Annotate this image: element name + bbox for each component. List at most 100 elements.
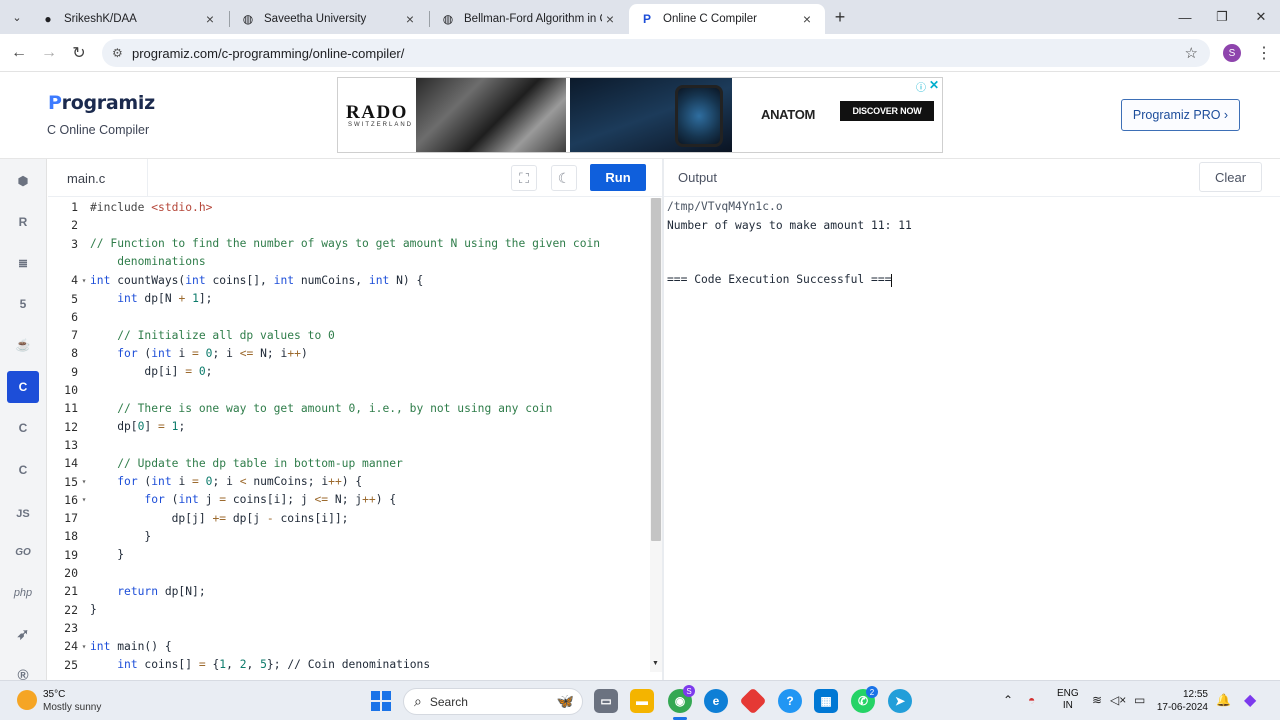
maximize-button[interactable]: ❐	[1211, 6, 1233, 28]
telegram-icon[interactable]: ➤	[888, 689, 912, 713]
profile-avatar[interactable]: S	[1223, 44, 1241, 62]
show-hidden-icons-chevron[interactable]: ⌃	[1003, 693, 1013, 707]
fullscreen-icon[interactable]: ⛶	[511, 165, 537, 191]
site-info-icon[interactable]: ⚙	[112, 46, 128, 60]
address-bar[interactable]: ⚙ programiz.com/c-programming/online-com…	[102, 39, 1210, 67]
edge-icon[interactable]: e	[704, 689, 728, 713]
ad-cta-button[interactable]: DISCOVER NOW	[840, 101, 934, 121]
new-tab-button[interactable]: +	[830, 7, 850, 27]
code-line[interactable]: 5 int dp[N + 1];	[48, 290, 650, 308]
code-line[interactable]: 20	[48, 564, 650, 582]
php-icon[interactable]: php	[7, 577, 39, 609]
code-line[interactable]: 13	[48, 436, 650, 454]
file-explorer-icon[interactable]: ▬	[630, 689, 654, 713]
close-icon[interactable]: ×	[799, 11, 815, 27]
code-line[interactable]: 2	[48, 216, 650, 234]
programiz-pro-button[interactable]: Programiz PRO ›	[1121, 99, 1240, 131]
volume-muted-icon[interactable]: ◁×	[1110, 693, 1126, 707]
weather-sun-icon[interactable]	[17, 690, 37, 710]
close-icon[interactable]: ×	[202, 11, 218, 27]
programiz-logo[interactable]: Programiz	[48, 92, 155, 114]
weather-temperature[interactable]: 35°C	[43, 689, 65, 700]
tab-srikeshk-daa[interactable]: ● SrikeshK/DAA ×	[30, 4, 228, 34]
weather-condition[interactable]: Mostly sunny	[43, 702, 101, 713]
csharp-icon[interactable]: C	[7, 454, 39, 486]
windows-start-icon[interactable]	[371, 691, 391, 711]
javascript-icon[interactable]: JS	[7, 498, 39, 530]
swift-icon[interactable]: ➶	[7, 618, 39, 650]
fold-toggle-icon[interactable]: ▾	[78, 642, 90, 651]
code-line[interactable]: 16 ▾ for (int j = coins[i]; j <= N; j++) …	[48, 491, 650, 509]
file-tab-main-c[interactable]: main.c	[48, 159, 148, 197]
code-line[interactable]: 24 ▾ int main() {	[48, 637, 650, 655]
system-clock[interactable]: 12:55 17-06-2024	[1150, 688, 1208, 714]
code-line[interactable]: 3 // Function to find the number of ways …	[48, 235, 650, 253]
close-icon[interactable]: ×	[602, 11, 618, 27]
task-view-icon[interactable]: ▭	[594, 689, 618, 713]
code-line[interactable]: 17 dp[j] += dp[j - coins[i]];	[48, 509, 650, 527]
code-line[interactable]: 6	[48, 308, 650, 326]
code-line[interactable]: 25 int coins[] = {1, 2, 5}; // Coin deno…	[48, 656, 650, 673]
tab-online-c-compiler[interactable]: P Online C Compiler ×	[629, 4, 825, 34]
tab-bellman-ford[interactable]: ◍ Bellman-Ford Algorithm in C ×	[430, 4, 628, 34]
dark-mode-moon-icon[interactable]: ☾	[551, 165, 577, 191]
red-app-icon[interactable]	[739, 687, 767, 715]
code-line[interactable]: 19 }	[48, 546, 650, 564]
adchoices-icon[interactable]: ⓘ	[916, 79, 926, 94]
go-icon[interactable]: GO	[7, 536, 39, 568]
code-line[interactable]: 12 dp[0] = 1;	[48, 418, 650, 436]
tab-search-button[interactable]: ⌄	[6, 7, 28, 27]
html-icon[interactable]: 5	[7, 288, 39, 320]
wifi-icon[interactable]: ≋	[1092, 693, 1102, 707]
python-icon[interactable]: ⬢	[7, 165, 39, 197]
code-line[interactable]: denominations	[48, 253, 650, 271]
bookmark-star-icon[interactable]: ☆	[1185, 44, 1198, 62]
minimize-button[interactable]: —	[1174, 6, 1196, 28]
window-close-button[interactable]: ✕	[1250, 6, 1272, 28]
editor-scrollbar-thumb[interactable]	[651, 198, 661, 541]
ad-close-icon[interactable]: ✕	[929, 78, 939, 92]
forward-button[interactable]: →	[38, 42, 60, 64]
java-icon[interactable]: ☕	[7, 329, 39, 361]
code-line[interactable]: 11 // There is one way to get amount 0, …	[48, 399, 650, 417]
fold-toggle-icon[interactable]: ▾	[78, 495, 90, 504]
back-button[interactable]: ←	[8, 42, 30, 64]
code-line[interactable]: 10	[48, 381, 650, 399]
fold-toggle-icon[interactable]: ▾	[78, 477, 90, 486]
code-line[interactable]: 14 // Update the dp table in bottom-up m…	[48, 454, 650, 472]
sql-icon[interactable]: ≣	[7, 247, 39, 279]
code-line[interactable]: 9 dp[i] = 0;	[48, 363, 650, 381]
code-line[interactable]: 8 for (int i = 0; i <= N; i++)	[48, 344, 650, 362]
fold-toggle-icon[interactable]: ▾	[78, 276, 90, 285]
run-button[interactable]: Run	[590, 164, 646, 191]
microsoft-store-icon[interactable]: ▦	[814, 689, 838, 713]
output-console[interactable]: /tmp/VTvqM4Yn1c.o Number of ways to make…	[664, 198, 1280, 680]
browser-menu-icon[interactable]: ⋮	[1256, 43, 1272, 63]
code-line[interactable]: 22}	[48, 601, 650, 619]
code-line[interactable]: 21 return dp[N];	[48, 582, 650, 600]
code-line[interactable]: 15 ▾ for (int i = 0; i < numCoins; i++) {	[48, 473, 650, 491]
reload-button[interactable]: ↻	[68, 42, 90, 64]
code-line[interactable]: 7 // Initialize all dp values to 0	[48, 326, 650, 344]
rust-icon[interactable]: ®	[7, 659, 39, 681]
close-icon[interactable]: ×	[402, 11, 418, 27]
code-line[interactable]: 4 ▾ int countWays(int coins[], int numCoin…	[48, 271, 650, 289]
cpp-icon[interactable]: C	[7, 412, 39, 444]
input-language-indicator[interactable]: ENG IN	[1057, 688, 1079, 712]
notification-bell-icon[interactable]: 🔔	[1216, 693, 1231, 707]
security-tray-icon[interactable]: ◓	[1028, 693, 1035, 707]
c-language-icon[interactable]: C	[7, 371, 39, 403]
battery-icon[interactable]: ▭	[1134, 693, 1145, 707]
scroll-down-arrow-icon[interactable]: ▼	[652, 660, 659, 667]
code-line[interactable]: 23	[48, 619, 650, 637]
clear-button[interactable]: Clear	[1199, 162, 1262, 192]
code-editor[interactable]: 1 #include <stdio.h> 2 3// Function to find…	[48, 198, 650, 672]
help-app-icon[interactable]: ?	[778, 689, 802, 713]
r-language-icon[interactable]: R	[7, 206, 39, 238]
copilot-icon[interactable]: ◆	[1244, 690, 1256, 710]
tab-saveetha-university[interactable]: ◍ Saveetha University ×	[230, 4, 428, 34]
code-line[interactable]: 18 }	[48, 527, 650, 545]
advertisement-banner[interactable]: RADO SWITZERLAND ANATOM DISCOVER NOW ⓘ ✕	[337, 77, 943, 153]
taskbar-search[interactable]: ⌕ Search 🦋	[403, 688, 583, 715]
code-line[interactable]: 1 #include <stdio.h>	[48, 198, 650, 216]
